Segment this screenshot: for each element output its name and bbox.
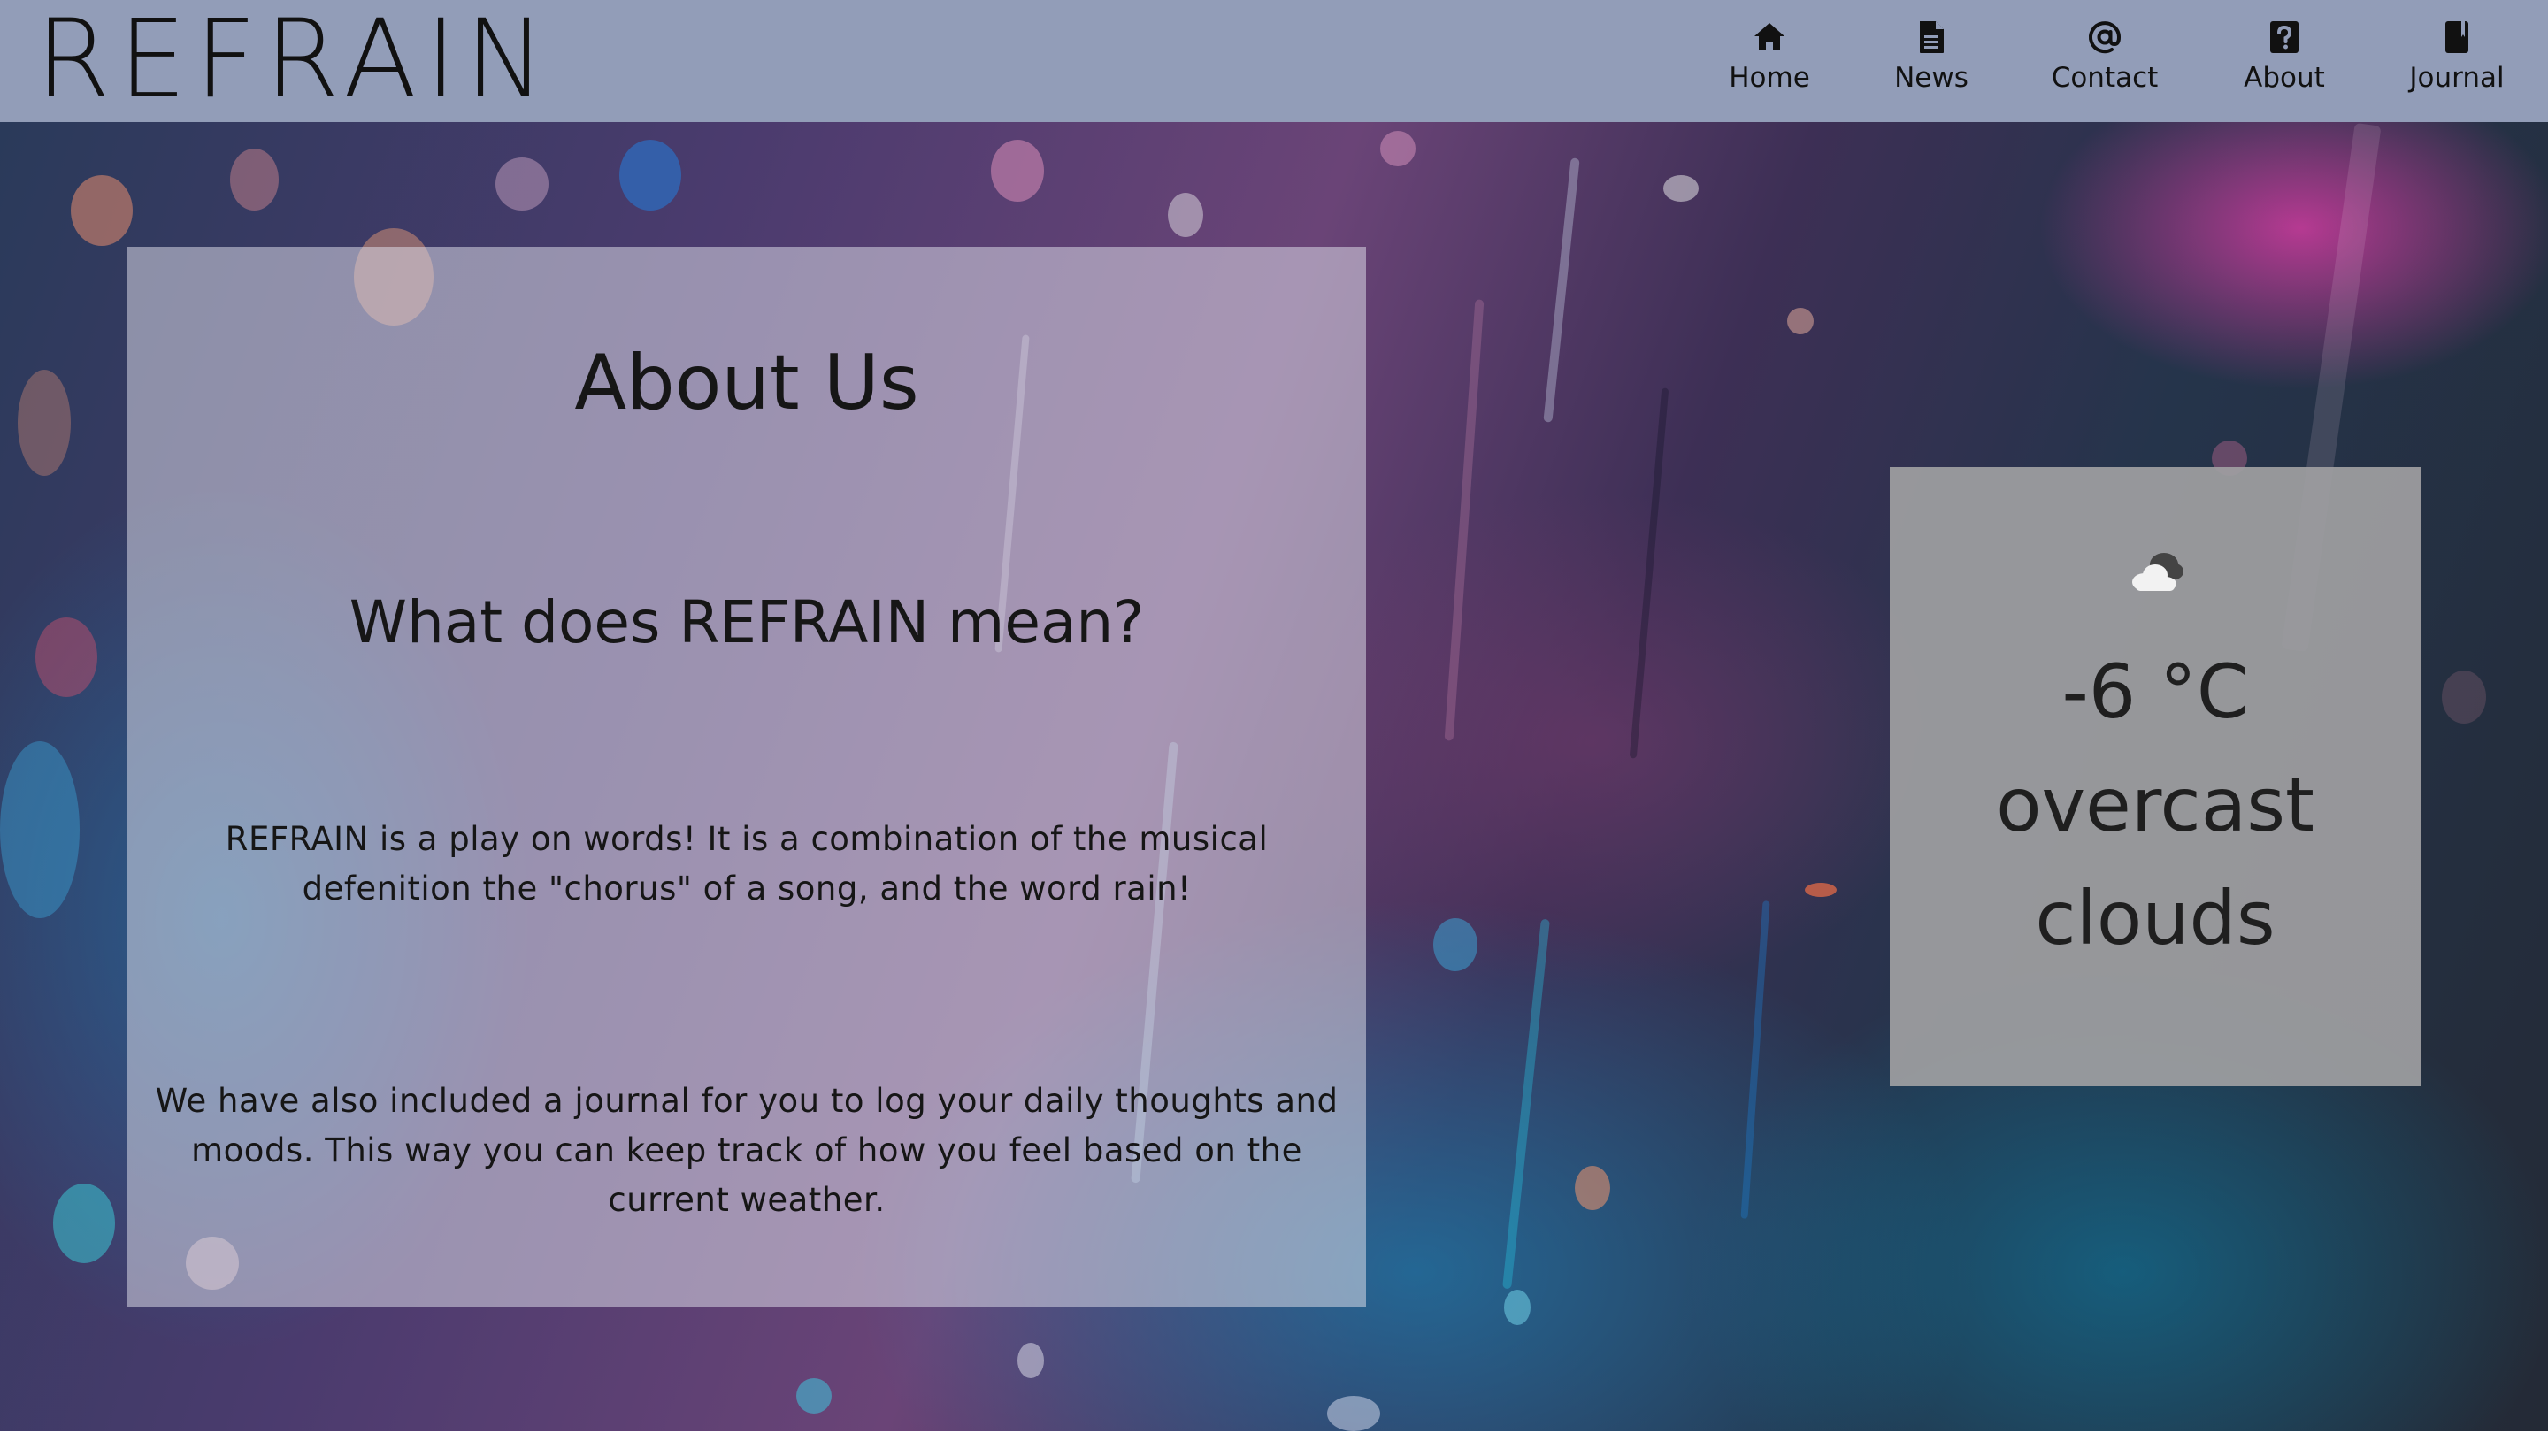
nav-journal-label: Journal	[2409, 62, 2505, 94]
document-icon	[1920, 21, 1944, 53]
about-paragraph-meaning: REFRAIN is a play on words! It is a comb…	[225, 820, 1269, 908]
weather-temperature: -6 °C	[2061, 648, 2249, 735]
about-title: About Us	[574, 339, 919, 427]
book-icon	[2445, 21, 2468, 53]
nav-about[interactable]: About	[2240, 19, 2329, 101]
nav-home[interactable]: Home	[1723, 19, 1815, 101]
nav-contact[interactable]: Contact	[2049, 19, 2160, 101]
about-panel: About Us What does REFRAIN mean? REFRAIN…	[127, 247, 1366, 1307]
weather-description: overcast clouds	[1996, 762, 2314, 962]
overcast-cloud-icon	[2132, 553, 2183, 591]
nav-home-label: Home	[1729, 62, 1810, 94]
question-icon	[2270, 21, 2299, 53]
weather-widget: -6 °C overcast clouds	[1890, 467, 2421, 1086]
home-icon	[1754, 23, 1784, 50]
nav-news-label: News	[1894, 62, 1969, 94]
nav-news[interactable]: News	[1892, 19, 1971, 101]
about-subtitle: What does REFRAIN mean?	[349, 588, 1145, 656]
at-sign-icon	[2089, 21, 2122, 54]
page-bottom-edge	[0, 1431, 2548, 1456]
about-paragraph-journal: We have also included a journal for you …	[155, 1082, 1339, 1219]
top-navbar: REFRAIN Home News Contact About Journal	[0, 0, 2548, 122]
nav-journal[interactable]: Journal	[2408, 19, 2506, 101]
nav-about-label: About	[2244, 62, 2325, 94]
site-logo[interactable]: REFRAIN	[35, 2, 554, 117]
nav-contact-label: Contact	[2051, 62, 2159, 94]
